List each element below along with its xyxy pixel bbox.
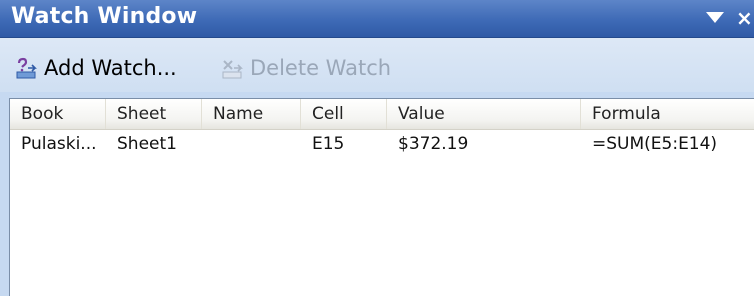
title-bar[interactable]: Watch Window × [0, 0, 754, 38]
column-header-value[interactable]: Value [387, 99, 581, 129]
column-header-book[interactable]: Book [10, 99, 106, 129]
column-header-formula[interactable]: Formula [581, 99, 754, 129]
delete-watch-label: Delete Watch [250, 56, 392, 80]
column-header-cell[interactable]: Cell [301, 99, 387, 129]
pane-title: Watch Window [11, 4, 198, 29]
table-row[interactable]: Pulaski... Sheet1 E15 $372.19 =SUM(E5:E1… [10, 130, 754, 158]
toolbar: Add Watch... Delete Watch [0, 38, 754, 92]
cell-name [202, 130, 301, 158]
cell-book: Pulaski... [21, 134, 97, 154]
cell-value: $372.19 [398, 134, 469, 154]
cell-cell: E15 [312, 134, 345, 154]
add-watch-icon [16, 57, 37, 79]
column-header-row: Book Sheet Name Cell Value Formula [10, 99, 754, 130]
delete-watch-icon [222, 60, 243, 79]
delete-watch-button[interactable]: Delete Watch [220, 54, 391, 82]
close-icon[interactable]: × [736, 7, 753, 29]
watch-window-pane: Watch Window × Add Watch... Delete Watch… [0, 0, 754, 296]
column-header-sheet[interactable]: Sheet [106, 99, 202, 129]
cell-sheet: Sheet1 [117, 134, 177, 154]
cell-formula: =SUM(E5:E14) [592, 134, 718, 154]
add-watch-label: Add Watch... [44, 56, 177, 80]
add-watch-button[interactable]: Add Watch... [14, 54, 177, 82]
chevron-down-icon[interactable] [706, 12, 724, 23]
column-header-name[interactable]: Name [202, 99, 301, 129]
watch-list[interactable]: Book Sheet Name Cell Value Formula Pulas… [9, 98, 754, 296]
